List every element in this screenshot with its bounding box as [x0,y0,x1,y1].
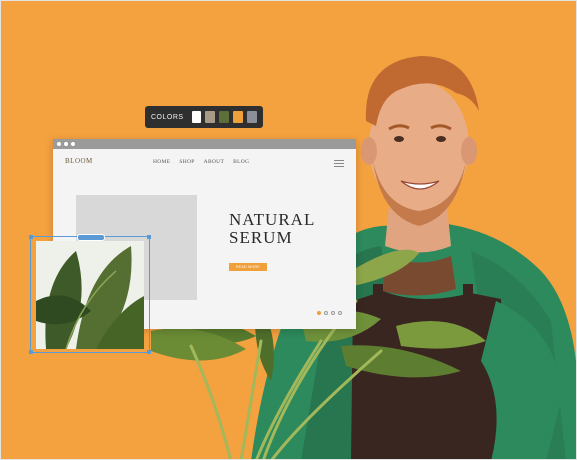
window-dot-icon [71,142,75,146]
site-logo[interactable]: BLOOM [65,157,93,165]
resize-handle-icon[interactable] [147,350,151,354]
hero-title-line1: NATURAL [229,210,316,229]
nav-links: HOME SHOP ABOUT BLOG [153,159,249,165]
nav-link-home[interactable]: HOME [153,159,170,165]
pager-dot-active[interactable] [317,311,321,315]
leaf-photo [36,241,144,349]
hero-title: NATURAL SERUM [229,211,315,247]
selection-pill-handle[interactable] [77,234,105,241]
browser-title-bar [53,139,356,149]
swatch-orange[interactable] [233,111,244,123]
color-palette-toolbar: COLORS [145,106,263,128]
pager-dot[interactable] [324,311,328,315]
read-more-button[interactable]: READ MORE [229,263,267,271]
carousel-pager [317,311,342,315]
swatch-slate[interactable] [247,111,258,123]
pager-dot[interactable] [338,311,342,315]
swatch-white[interactable] [191,111,202,123]
nav-link-blog[interactable]: BLOG [233,159,249,165]
swatch-olive[interactable] [219,111,230,123]
resize-handle-icon[interactable] [29,350,33,354]
swatch-taupe[interactable] [205,111,216,123]
resize-handle-icon[interactable] [147,235,151,239]
window-dot-icon [57,142,61,146]
palette-label: COLORS [151,113,184,121]
site-navigation: BLOOM HOME SHOP ABOUT BLOG [53,157,356,171]
selected-leaf-image[interactable] [29,234,151,354]
nav-link-shop[interactable]: SHOP [179,159,194,165]
nav-link-about[interactable]: ABOUT [204,159,224,165]
hero-illustration: COLORS BLOOM HOME SHOP ABOUT BLOG NATURA… [0,0,577,460]
hamburger-menu-icon[interactable] [334,160,344,169]
resize-handle-icon[interactable] [29,235,33,239]
window-dot-icon [64,142,68,146]
pager-dot[interactable] [331,311,335,315]
hero-title-line2: SERUM [229,228,293,247]
